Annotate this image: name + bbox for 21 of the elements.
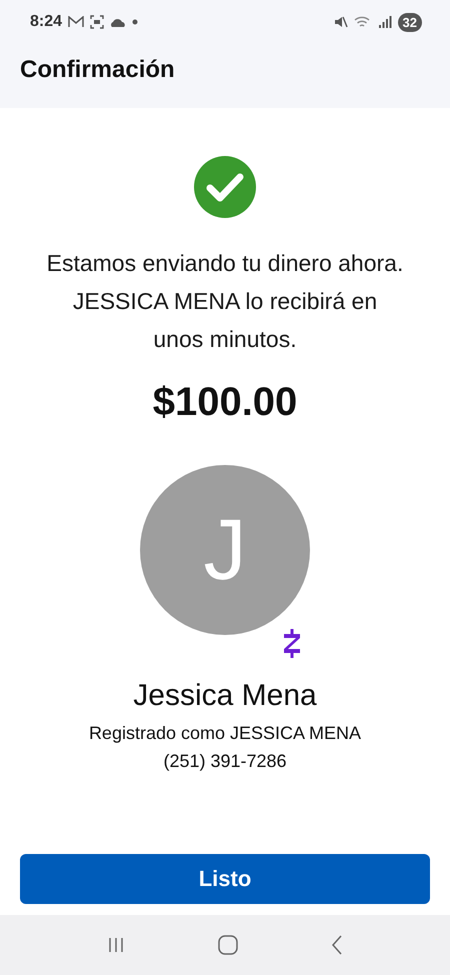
amount: $100.00 — [152, 380, 298, 425]
registered-name: Registrado como JESSICA MENA — [88, 722, 362, 745]
home-icon[interactable] — [218, 935, 238, 955]
avatar: J — [140, 465, 310, 635]
screenshot-icon — [90, 15, 104, 29]
dot-icon — [132, 19, 138, 25]
checkmark-icon — [194, 156, 256, 218]
wifi-icon — [354, 15, 372, 29]
done-button[interactable]: Listo — [20, 854, 430, 904]
signal-icon — [378, 15, 392, 29]
back-icon[interactable] — [331, 935, 344, 955]
battery-level: 32 — [398, 12, 422, 32]
phone-number: (251) 391-7286 — [163, 750, 287, 773]
recipient-name: Jessica Mena — [133, 679, 317, 713]
mute-icon — [334, 15, 348, 29]
mail-icon — [68, 16, 84, 28]
cloud-icon — [110, 17, 126, 27]
confirmation-message: Estamos enviando tu dinero ahora. JESSICA MENA lo recibirá en unos minutos. — [46, 249, 404, 354]
recent-apps-icon[interactable] — [106, 936, 125, 954]
status-time: 8:24 — [30, 13, 62, 31]
page-title: Confirmación — [19, 55, 176, 84]
